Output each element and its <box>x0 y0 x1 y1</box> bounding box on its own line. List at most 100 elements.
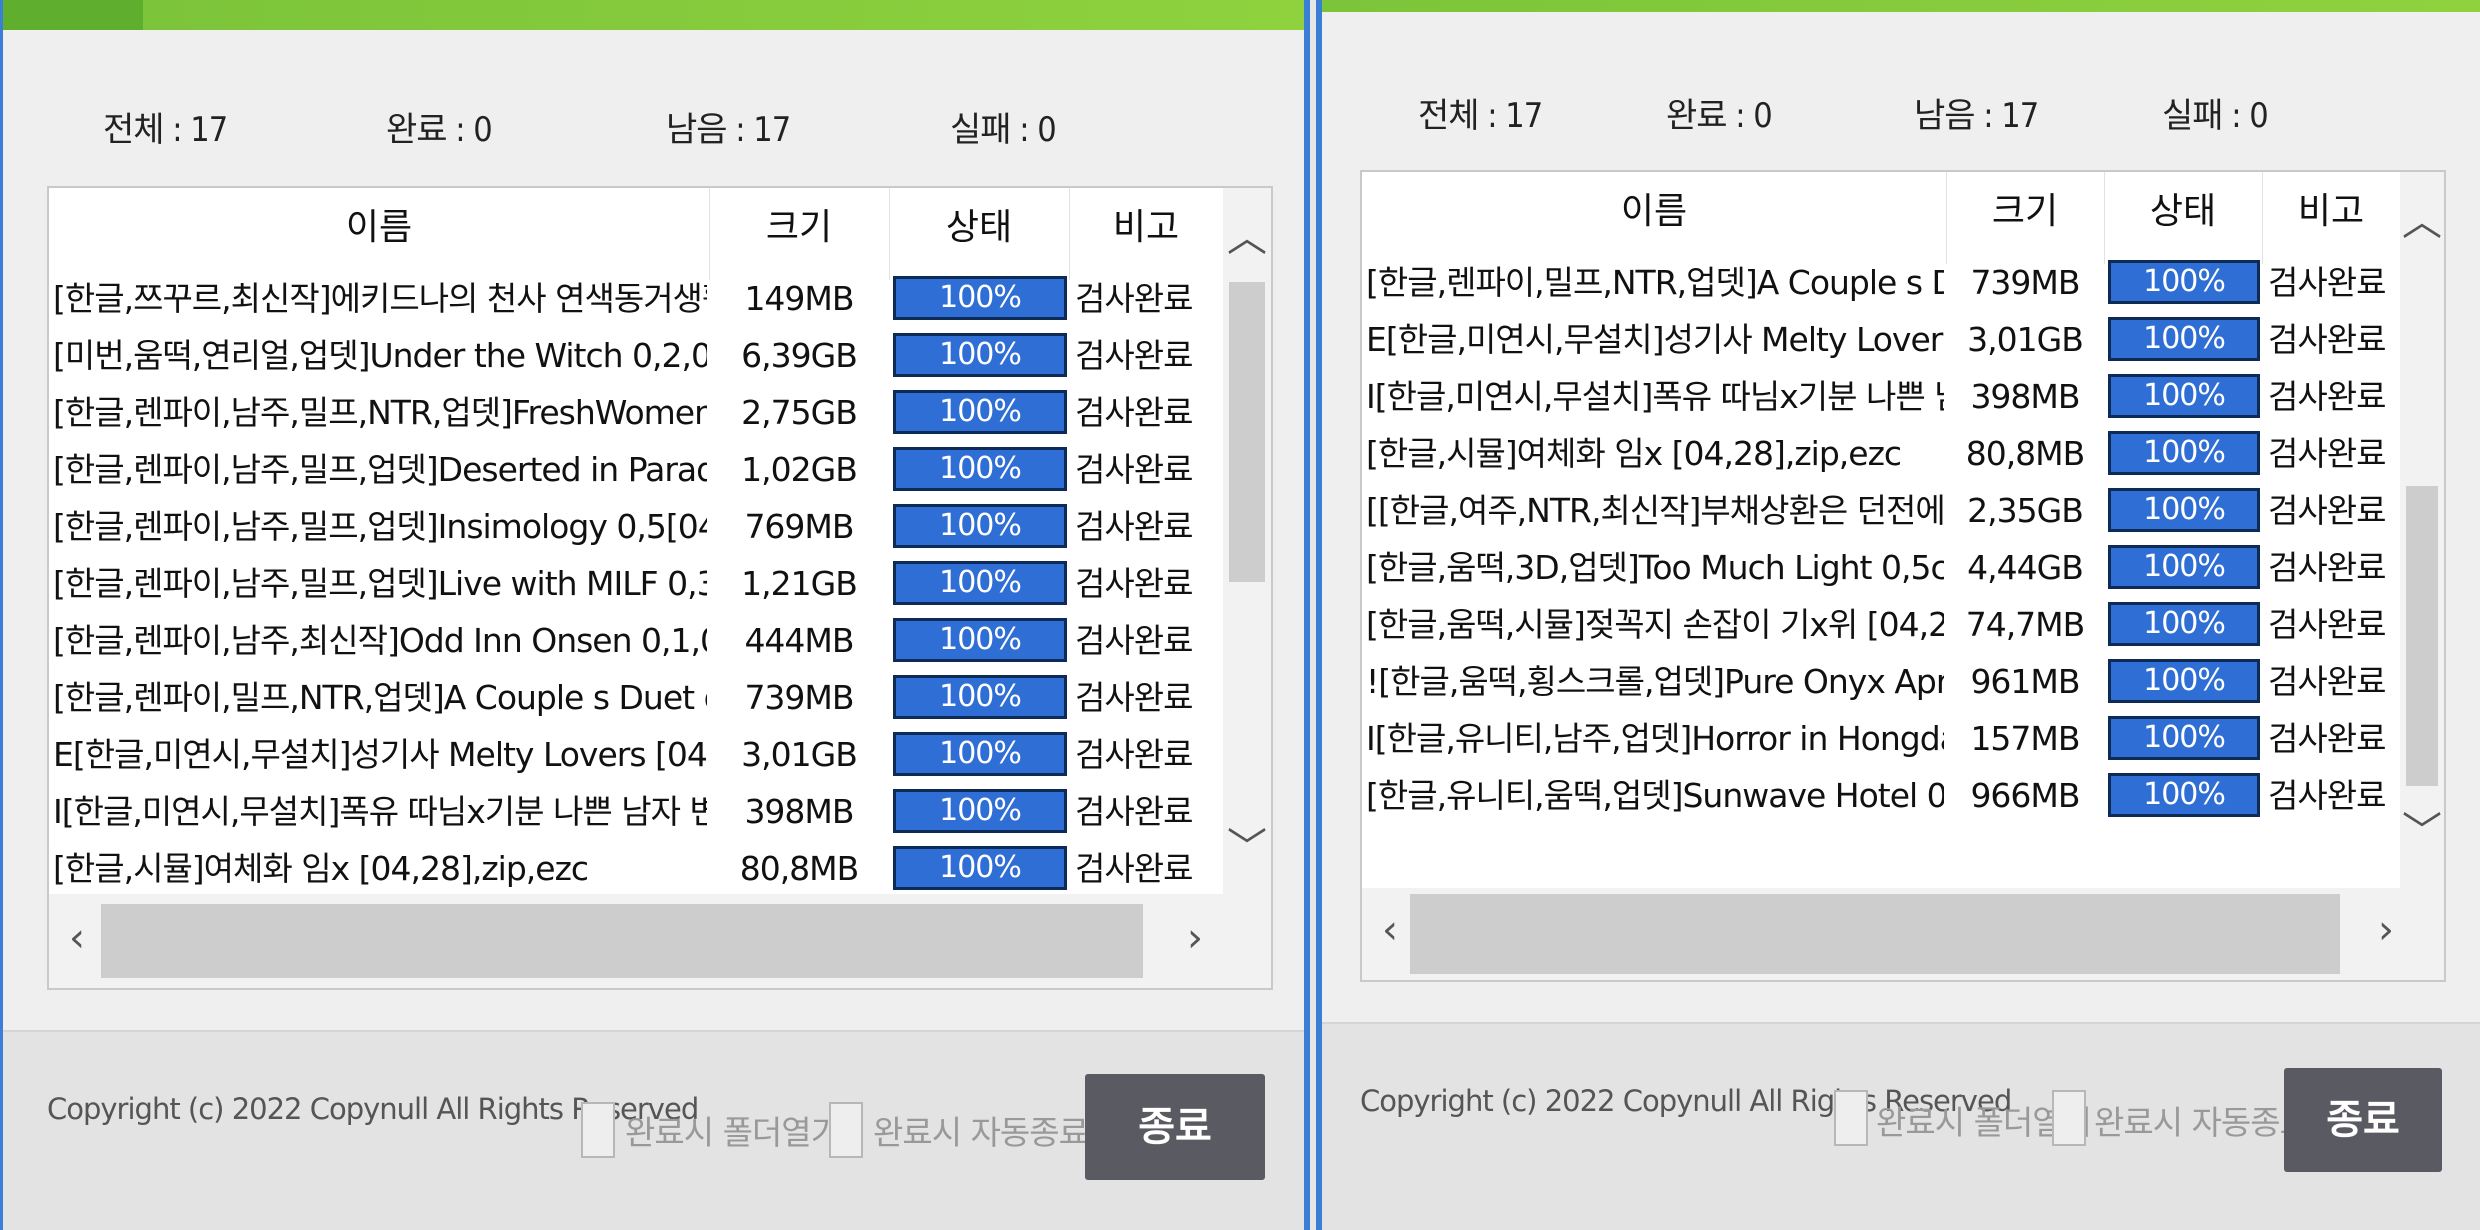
table-row[interactable]: [한글,렌파이,밀프,NTR,업뎃]A Couple s Duet of Lov… <box>1362 254 2400 311</box>
horizontal-scroll-thumb[interactable] <box>1410 894 2340 974</box>
col-status[interactable]: 상태 <box>2104 172 2263 264</box>
progress-bar: 100% <box>2108 659 2260 703</box>
horizontal-scrollbar[interactable]: ‹ › <box>49 894 1271 988</box>
close-button[interactable]: 종료 <box>1085 1074 1265 1180</box>
table-row[interactable]: [한글,움떡,3D,업뎃]Too Much Light 0,5c [04,28]… <box>1362 539 2400 596</box>
vertical-scroll-thumb[interactable] <box>2406 486 2438 786</box>
status-note: 검사완료 <box>2268 377 2386 416</box>
vertical-scrollbar[interactable]: ︿ ﹀ <box>1223 188 1271 894</box>
table-row[interactable]: I[한글,미연시,무설치]폭유 따님x기분 나쁜 남자 변태며느리화 398MB 1… <box>1362 368 2400 425</box>
status-note: 검사완료 <box>1075 564 1193 603</box>
file-table[interactable]: 이름 크기 상태 비고 [한글,쯔꾸르,최신작]에키드나의 천사 연색동거생활 … <box>49 188 1223 894</box>
file-name-text: [한글,렌파이,남주,밀프,업뎃]Live with MILF 0,3a[04,… <box>53 564 707 603</box>
scroll-down-icon[interactable]: ﹀ <box>1223 828 1271 868</box>
scroll-left-icon[interactable]: ‹ <box>57 918 97 958</box>
table-row[interactable]: [[한글,여주,NTR,최신작]부채상환은 던전에서 [04,28],zip,e… <box>1362 482 2400 539</box>
table-row[interactable]: E[한글,미연시,무설치]성기사 Melty Lovers [04,28],zi… <box>49 726 1223 783</box>
file-name-text: [한글,렌파이,밀프,NTR,업뎃]A Couple s Duet of Lov… <box>1366 263 1944 302</box>
table-row[interactable]: I[한글,유니티,남주,업뎃]Horror in Hongdae 04-2022… <box>1362 710 2400 767</box>
auto-exit-label[interactable]: 완료시 자동종료 <box>873 1106 1089 1154</box>
col-name[interactable]: 이름 <box>1362 172 1947 264</box>
auto-exit-checkbox[interactable] <box>829 1102 863 1158</box>
table-header: 이름 크기 상태 비고 <box>49 188 1223 280</box>
status-note: 검사완료 <box>1075 735 1193 774</box>
file-name: [미번,움떡,연리얼,업뎃]Under the Witch 0,2,0 aver… <box>53 327 707 384</box>
footer: Copyright (c) 2022 Copynull All Rights R… <box>3 1030 1304 1230</box>
open-folder-label[interactable]: 완료시 폴더열기 <box>625 1106 841 1154</box>
col-size[interactable]: 크기 <box>709 188 890 280</box>
status-note: 검사완료 <box>2268 776 2386 815</box>
table-row[interactable]: [한글,렌파이,남주,밀프,업뎃]Deserted in Paradise 0,… <box>49 441 1223 498</box>
table-row[interactable]: [미번,움떡,연리얼,업뎃]Under the Witch 0,2,0 aver… <box>49 327 1223 384</box>
horizontal-scrollbar[interactable]: ‹ › <box>1362 888 2444 980</box>
file-name-text: [한글,움떡,3D,업뎃]Too Much Light 0,5c [04,28]… <box>1366 548 1944 587</box>
file-size: 398MB <box>744 792 854 831</box>
vertical-scrollbar[interactable]: ︿ ﹀ <box>2400 172 2444 888</box>
col-name[interactable]: 이름 <box>49 188 710 280</box>
file-table[interactable]: 이름 크기 상태 비고 [한글,렌파이,밀프,NTR,업뎃]A Couple s… <box>1362 172 2400 888</box>
file-name: [[한글,여주,NTR,최신작]부채상환은 던전에서 [04,28],zip,e… <box>1366 482 1944 539</box>
file-name: [한글,시뮬]여체화 임x [04,28],zip,ezc <box>1366 425 1944 482</box>
left-window: 전체 : 17 완료 : 0 남음 : 17 실패 : 0 이름 크기 상태 비… <box>0 0 1310 1230</box>
progress-bar: 100% <box>2108 317 2260 361</box>
table-row[interactable]: [한글,렌파이,남주,밀프,업뎃]Live with MILF 0,3a[04,… <box>49 555 1223 612</box>
vertical-scroll-thumb[interactable] <box>1229 282 1265 582</box>
table-row[interactable]: [한글,렌파이,남주,밀프,업뎃]Insimology 0,5[04,28],z… <box>49 498 1223 555</box>
progress-bar: 100% <box>893 276 1067 320</box>
scroll-left-icon[interactable]: ‹ <box>1370 910 1410 950</box>
horizontal-scroll-thumb[interactable] <box>101 904 1143 978</box>
file-list-panel: 이름 크기 상태 비고 [한글,렌파이,밀프,NTR,업뎃]A Couple s… <box>1360 170 2446 982</box>
scroll-right-icon[interactable]: › <box>2366 910 2406 950</box>
table-header: 이름 크기 상태 비고 <box>1362 172 2400 264</box>
file-name: [한글,유니티,움떡,업뎃]Sunwave Hotel 0,11,4[04,28… <box>1366 767 1944 824</box>
stat-total: 전체 : 17 <box>1418 96 1543 136</box>
scroll-right-icon[interactable]: › <box>1175 918 1215 958</box>
status-note: 검사완료 <box>1075 792 1193 831</box>
col-note[interactable]: 비고 <box>2262 172 2400 264</box>
file-name-prefix: I <box>1366 377 1376 416</box>
status-note: 검사완료 <box>1075 279 1193 318</box>
table-row[interactable]: [한글,렌파이,남주,밀프,NTR,업뎃]FreshWomen Ep,1-4[0… <box>49 384 1223 441</box>
open-folder-checkbox[interactable] <box>1834 1090 1868 1146</box>
file-name: [한글,렌파이,남주,밀프,NTR,업뎃]FreshWomen Ep,1-4[0… <box>53 384 707 441</box>
table-row[interactable]: [한글,쯔꾸르,최신작]에키드나의 천사 연색동거생활 1.00[04,28],… <box>49 270 1223 327</box>
progress-bar: 100% <box>893 561 1067 605</box>
table-row[interactable]: ![한글,움떡,횡스크롤,업뎃]Pure Onyx April 22 Patch… <box>1362 653 2400 710</box>
status-note: 검사완료 <box>1075 621 1193 660</box>
table-row[interactable]: [한글,움떡,시뮬]젖꼭지 손잡이 기x위 [04,28],zip,ezc 74,… <box>1362 596 2400 653</box>
file-name: E[한글,미연시,무설치]성기사 Melty Lovers [04,28],zi… <box>1366 311 1944 368</box>
col-size[interactable]: 크기 <box>1946 172 2105 264</box>
table-row[interactable]: E[한글,미연시,무설치]성기사 Melty Lovers [04,28],zi… <box>1362 311 2400 368</box>
file-size: 4,44GB <box>1967 548 2084 587</box>
status-note: 검사완료 <box>2268 719 2386 758</box>
table-row[interactable]: [한글,시뮬]여체화 임x [04,28],zip,ezc 80,8MB 100% 검… <box>49 840 1223 894</box>
file-name-text: [한글,미연시,무설치]폭유 따님x기분 나쁜 남자 변태며느리화 <box>61 792 707 831</box>
file-size: 80,8MB <box>739 849 860 888</box>
file-name: [한글,렌파이,밀프,NTR,업뎃]A Couple s Duet of Lov… <box>53 669 707 726</box>
scroll-up-icon[interactable]: ︿ <box>2400 202 2444 242</box>
file-size: 769MB <box>744 507 854 546</box>
table-row[interactable]: [한글,렌파이,밀프,NTR,업뎃]A Couple s Duet of Lov… <box>49 669 1223 726</box>
table-row[interactable]: I[한글,미연시,무설치]폭유 따님x기분 나쁜 남자 변태며느리화 398MB 1… <box>49 783 1223 840</box>
status-note: 검사완료 <box>1075 393 1193 432</box>
progress-bar: 100% <box>893 504 1067 548</box>
progress-bar: 100% <box>893 846 1067 890</box>
auto-exit-label[interactable]: 완료시 자동종료 <box>2094 1096 2310 1144</box>
col-note[interactable]: 비고 <box>1069 188 1223 280</box>
open-folder-checkbox[interactable] <box>581 1102 615 1158</box>
file-name-prefix: E <box>53 735 74 774</box>
progress-bar: 100% <box>893 789 1067 833</box>
file-name-text: [한글,움떡,시뮬]젖꼭지 손잡이 기x위 [04,28],zip,ezc <box>1366 605 1944 644</box>
auto-exit-checkbox[interactable] <box>2052 1090 2086 1146</box>
col-status[interactable]: 상태 <box>889 188 1070 280</box>
scroll-down-icon[interactable]: ﹀ <box>2400 812 2444 852</box>
file-name: [한글,렌파이,남주,밀프,업뎃]Insimology 0,5[04,28],z… <box>53 498 707 555</box>
close-button[interactable]: 종료 <box>2284 1068 2442 1172</box>
file-size: 1,21GB <box>741 564 858 603</box>
title-bar <box>3 0 1304 30</box>
table-row[interactable]: [한글,시뮬]여체화 임x [04,28],zip,ezc 80,8MB 100% 검… <box>1362 425 2400 482</box>
scroll-up-icon[interactable]: ︿ <box>1223 218 1271 258</box>
file-name: I[한글,유니티,남주,업뎃]Horror in Hongdae 04-2022… <box>1366 710 1944 767</box>
table-row[interactable]: [한글,유니티,움떡,업뎃]Sunwave Hotel 0,11,4[04,28… <box>1362 767 2400 824</box>
table-row[interactable]: [한글,렌파이,남주,최신작]Odd Inn Onsen 0,1,0[04,28… <box>49 612 1223 669</box>
